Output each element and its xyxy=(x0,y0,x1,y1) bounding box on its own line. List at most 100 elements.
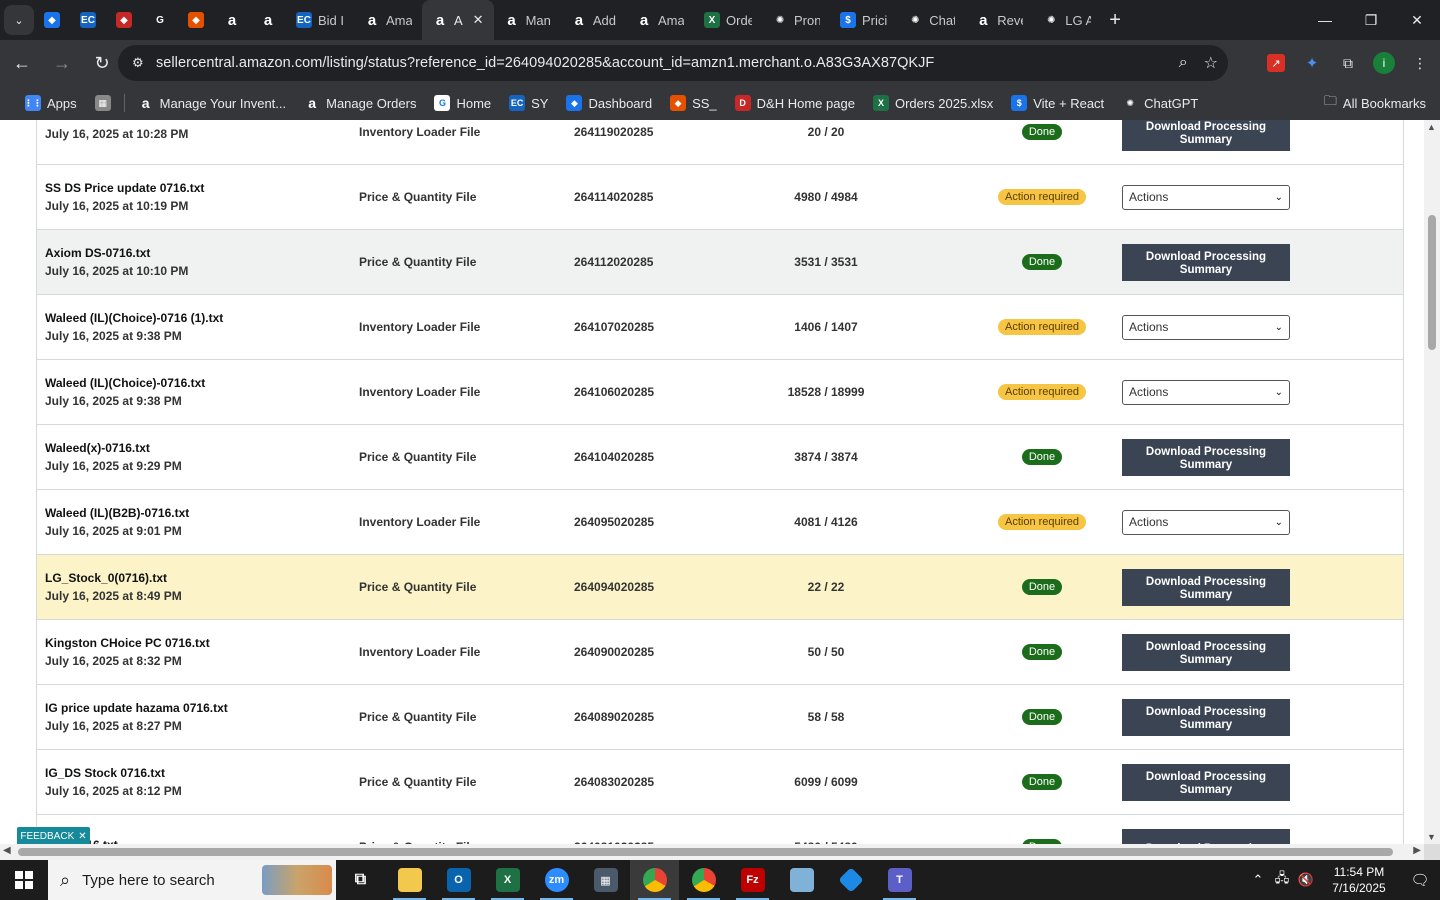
browser-tab[interactable]: EC Bid I xyxy=(286,0,354,40)
browser-tab[interactable]: ✺ Pron xyxy=(762,0,830,40)
zoom-app-icon[interactable]: zm xyxy=(532,860,581,900)
file-explorer-icon[interactable] xyxy=(385,860,434,900)
browser-tab[interactable]: ◆ xyxy=(178,0,214,40)
bookmark-item[interactable]: G Home xyxy=(425,95,500,111)
vpn-app-icon[interactable] xyxy=(826,860,875,900)
actions-dropdown[interactable]: Actions ⌄ xyxy=(1122,379,1290,405)
action-cell: Download Processing Summary xyxy=(1122,230,1292,294)
browser-tab[interactable]: ◆ xyxy=(34,0,70,40)
zoom-icon[interactable]: ⌕ xyxy=(1179,54,1188,72)
browser-tab[interactable]: ✺ Chat xyxy=(897,0,965,40)
feedback-close-icon[interactable]: ✕ xyxy=(78,831,86,842)
chrome-icon[interactable] xyxy=(630,860,679,900)
bookmark-item[interactable]: ▦ xyxy=(86,95,120,111)
scroll-right-icon[interactable]: ▶ xyxy=(1413,845,1421,856)
bookmark-item[interactable]: a Manage Your Invent... xyxy=(129,95,295,111)
scroll-left-icon[interactable]: ◀ xyxy=(3,845,11,856)
table-row: Kingston CHoice PC 0716.txt July 16, 2025… xyxy=(37,620,1403,685)
windows-start-icon[interactable] xyxy=(0,860,48,900)
notes-app-icon[interactable] xyxy=(777,860,826,900)
new-tab-plus-icon[interactable]: + xyxy=(1109,9,1121,32)
bookmark-item[interactable]: X Orders 2025.xlsx xyxy=(864,95,1002,111)
minimize-icon[interactable]: — xyxy=(1302,0,1348,40)
browser-tab[interactable]: a Ama xyxy=(626,0,694,40)
download-processing-summary-button[interactable]: Download Processing Summary xyxy=(1122,120,1290,151)
download-processing-summary-button[interactable]: Download Processing Summary xyxy=(1122,438,1290,476)
calculator-icon[interactable]: ▦ xyxy=(581,860,630,900)
scroll-down-icon[interactable]: ▼ xyxy=(1427,832,1436,842)
bookmark-label: SY xyxy=(531,95,549,111)
extensions-puzzle-icon[interactable]: ⧉ xyxy=(1336,51,1360,75)
notifications-icon[interactable]: 🗨 xyxy=(1400,871,1440,889)
tab-close-icon[interactable]: ✕ xyxy=(473,12,484,28)
menu-kebab-icon[interactable]: ⋮ xyxy=(1408,51,1432,75)
browser-tab[interactable]: a A ✕ xyxy=(422,0,494,40)
apps-grid-icon: ⋮⋮ xyxy=(24,95,42,111)
filezilla-icon[interactable]: Fz xyxy=(728,860,777,900)
file-name-cell: Kingston CHoice PC 0716.txt July 16, 2025… xyxy=(45,620,345,684)
address-bar[interactable]: ⚙ sellercentral.amazon.com/listing/statu… xyxy=(118,45,1228,81)
download-processing-summary-button[interactable]: Download Processing Summary xyxy=(1122,243,1290,281)
scroll-up-icon[interactable]: ▲ xyxy=(1427,122,1436,132)
reload-icon[interactable]: ↻ xyxy=(84,45,120,81)
outlook-icon[interactable]: O xyxy=(434,860,483,900)
horizontal-scrollbar[interactable]: ◀ ▶ xyxy=(0,844,1424,860)
taskbar-clock[interactable]: 11:54 PM 7/16/2025 xyxy=(1318,864,1400,896)
forward-arrow-icon[interactable]: → xyxy=(44,45,80,81)
tab-search-chevron-icon[interactable]: ⌄ xyxy=(4,5,34,35)
browser-tab[interactable]: a Man xyxy=(494,0,561,40)
browser-tab[interactable]: G xyxy=(142,0,178,40)
file-name-cell: Waleed(x)-0716.txt July 16, 2025 at 9:29 … xyxy=(45,425,345,489)
bookmark-item[interactable]: D D&H Home page xyxy=(726,95,864,111)
bookmark-item[interactable]: ◆ Dashboard xyxy=(557,95,661,111)
bookmark-item[interactable]: ◆ SS_ xyxy=(661,95,726,111)
back-arrow-icon[interactable]: ← xyxy=(4,45,40,81)
bookmark-item[interactable]: EC SY xyxy=(500,95,557,111)
bookmark-item[interactable]: a Manage Orders xyxy=(295,95,425,111)
browser-tab[interactable]: a xyxy=(250,0,286,40)
vertical-scroll-thumb[interactable] xyxy=(1428,215,1436,350)
network-icon[interactable]: 🖧 xyxy=(1270,869,1294,891)
browser-tab[interactable]: a Add xyxy=(561,0,626,40)
browser-tab[interactable]: a Reve xyxy=(965,0,1033,40)
bookmark-item[interactable]: $ Vite + React xyxy=(1002,95,1113,111)
task-view-icon[interactable]: ⧉ xyxy=(336,860,385,900)
actions-dropdown[interactable]: Actions ⌄ xyxy=(1122,314,1290,340)
site-info-icon[interactable]: ⚙ xyxy=(132,55,152,71)
dollar-icon: $ xyxy=(840,12,857,28)
excel-icon[interactable]: X xyxy=(483,860,532,900)
bookmark-item[interactable]: ⋮⋮ Apps xyxy=(16,95,86,111)
download-processing-summary-button[interactable]: Download Processing xyxy=(1122,828,1290,844)
close-window-icon[interactable]: ✕ xyxy=(1394,0,1440,40)
browser-tab[interactable]: ◆ xyxy=(106,0,142,40)
browser-tab[interactable]: EC xyxy=(70,0,106,40)
download-processing-summary-button[interactable]: Download Processing Summary xyxy=(1122,763,1290,801)
teams-icon[interactable]: T xyxy=(875,860,924,900)
taskbar-search[interactable]: ⌕ Type here to search xyxy=(48,860,336,900)
feedback-label: FEEDBACK xyxy=(20,830,75,842)
volume-muted-icon[interactable]: 🔇 xyxy=(1294,872,1318,888)
horizontal-scroll-thumb[interactable] xyxy=(18,848,1393,856)
download-processing-summary-button[interactable]: Download Processing Summary xyxy=(1122,568,1290,606)
feedback-tab[interactable]: FEEDBACK ✕ xyxy=(17,827,90,844)
browser-tab[interactable]: ✺ LG A xyxy=(1033,0,1101,40)
browser-tab[interactable]: a xyxy=(214,0,250,40)
vertical-scrollbar[interactable]: ▲ ▼ xyxy=(1424,120,1440,844)
pdf-extension-icon[interactable]: ↗ xyxy=(1264,51,1288,75)
dropbox-extension-icon[interactable]: ✦ xyxy=(1300,51,1324,75)
download-processing-summary-button[interactable]: Download Processing Summary xyxy=(1122,633,1290,671)
profile-avatar[interactable]: i xyxy=(1372,51,1396,75)
tray-chevron-up-icon[interactable]: ⌃ xyxy=(1246,872,1270,888)
browser-tab[interactable]: $ Prici xyxy=(830,0,897,40)
bookmark-star-icon[interactable]: ☆ xyxy=(1204,53,1218,73)
browser-tab[interactable]: X Orde xyxy=(694,0,762,40)
chrome-profile-icon[interactable] xyxy=(679,860,728,900)
bookmark-item[interactable]: ✺ ChatGPT xyxy=(1113,95,1207,111)
browser-tab[interactable]: a Ama xyxy=(354,0,422,40)
all-bookmarks-folder[interactable]: 🗀 All Bookmarks xyxy=(1324,86,1426,120)
url-text[interactable]: sellercentral.amazon.com/listing/status?… xyxy=(156,55,934,71)
actions-dropdown[interactable]: Actions ⌄ xyxy=(1122,184,1290,210)
actions-dropdown[interactable]: Actions ⌄ xyxy=(1122,509,1290,535)
restore-icon[interactable]: ❐ xyxy=(1348,0,1394,40)
download-processing-summary-button[interactable]: Download Processing Summary xyxy=(1122,698,1290,736)
